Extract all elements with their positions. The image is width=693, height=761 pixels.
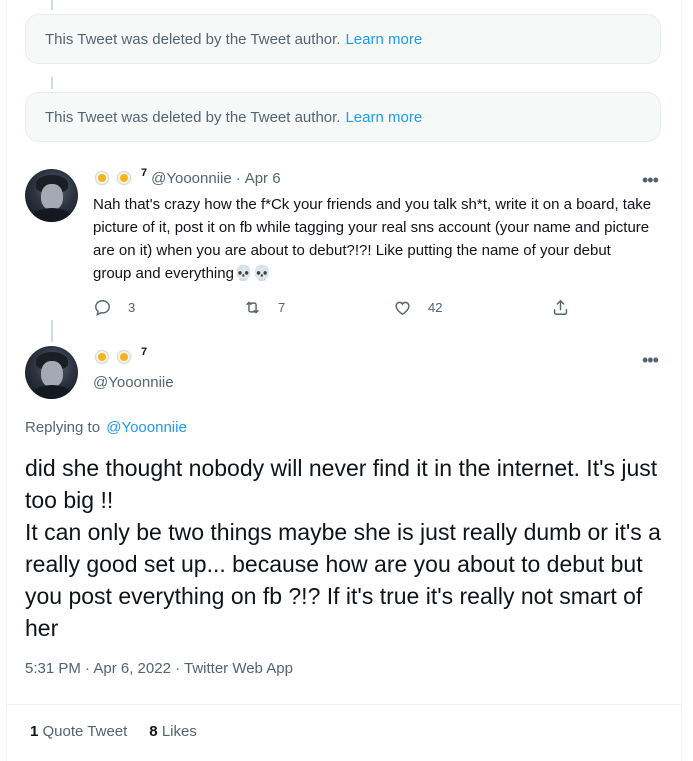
- thread-line: [51, 320, 53, 342]
- tweet-text: Nah that's crazy how the f*Ck your frien…: [93, 193, 653, 285]
- more-icon[interactable]: •••: [642, 170, 659, 191]
- tweet-date[interactable]: Apr 6: [245, 170, 281, 187]
- reply-count: 3: [128, 300, 136, 315]
- handle[interactable]: @Yooonniie: [93, 374, 174, 391]
- display-name[interactable]: 7: [93, 167, 148, 187]
- more-icon[interactable]: •••: [642, 350, 659, 371]
- likes-count: 8: [149, 723, 158, 740]
- quote-tweets-link[interactable]: 1 Quote Tweet: [30, 723, 127, 740]
- learn-more-link[interactable]: Learn more: [345, 31, 422, 48]
- like-count: 42: [428, 300, 443, 315]
- daisy-icon: [93, 348, 111, 366]
- separator: ·: [235, 169, 241, 187]
- like-icon: [395, 301, 410, 316]
- retweet-icon: [246, 301, 259, 314]
- share-button[interactable]: [551, 298, 570, 317]
- avatar[interactable]: [25, 169, 78, 222]
- tweet-body: Nah that's crazy how the f*Ck your frien…: [93, 196, 652, 282]
- likes-label: Likes: [161, 723, 197, 740]
- thread-line: [51, 0, 53, 10]
- quote-label: Quote Tweet: [42, 723, 128, 740]
- reply-button[interactable]: 3: [93, 298, 135, 317]
- display-name-suffix: 7: [141, 346, 148, 358]
- replying-handle-link[interactable]: @Yooonniie: [106, 419, 187, 436]
- deleted-notice-text: This Tweet was deleted by the Tweet auth…: [45, 108, 341, 126]
- daisy-icon: [115, 169, 133, 187]
- timeline-border-left: [6, 0, 7, 761]
- quote-count: 1: [30, 723, 39, 740]
- retweet-button[interactable]: 7: [243, 298, 285, 317]
- handle[interactable]: @Yooonniie: [151, 170, 232, 187]
- display-name-suffix: 7: [141, 167, 148, 179]
- learn-more-link[interactable]: Learn more: [345, 109, 422, 126]
- replying-to: Replying to @Yooonniie: [25, 419, 187, 436]
- tweet-header: 7 @Yooonniie · Apr 6: [93, 167, 281, 187]
- reply-icon: [95, 300, 110, 316]
- daisy-icon: [93, 169, 111, 187]
- retweet-count: 7: [278, 300, 286, 315]
- daisy-icon: [115, 348, 133, 366]
- share-icon: [553, 299, 568, 315]
- divider: [6, 704, 681, 705]
- avatar[interactable]: [25, 346, 78, 399]
- skull-icon: 💀💀: [233, 264, 272, 282]
- likes-link[interactable]: 8 Likes: [149, 723, 197, 740]
- deleted-tweet-notice: This Tweet was deleted by the Tweet auth…: [25, 92, 661, 142]
- display-name[interactable]: 7: [93, 346, 148, 371]
- main-tweet-text: did she thought nobody will never find i…: [25, 455, 661, 641]
- like-button[interactable]: 42: [393, 298, 442, 317]
- tweet-timestamp[interactable]: 5:31 PM · Apr 6, 2022 · Twitter Web App: [25, 660, 293, 677]
- timeline-border-right: [681, 0, 682, 761]
- deleted-notice-text: This Tweet was deleted by the Tweet auth…: [45, 30, 341, 48]
- thread-line: [51, 77, 53, 89]
- replying-label: Replying to: [25, 419, 101, 436]
- deleted-tweet-notice: This Tweet was deleted by the Tweet auth…: [25, 14, 661, 64]
- engagement-stats: 1 Quote Tweet 8 Likes: [30, 723, 197, 740]
